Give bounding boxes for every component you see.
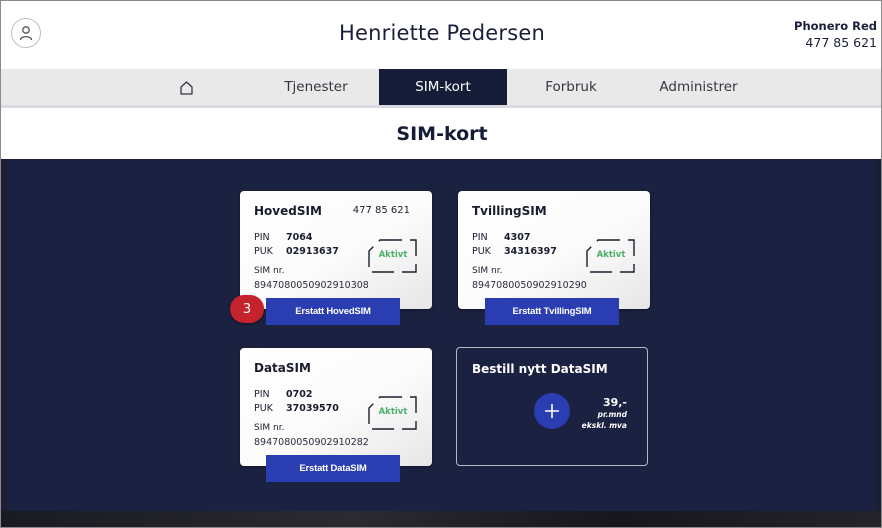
status-badge: Aktivt [378, 250, 408, 260]
sim-number-label: SIM nr. [254, 423, 285, 433]
main-nav: Tjenester SIM-kort Forbruk Administrer [1, 69, 881, 105]
app-frame: Henriette Pedersen Phonero Red 477 85 62… [0, 0, 882, 528]
replace-hovedsim-button[interactable]: Erstatt HovedSIM [266, 298, 400, 325]
sim-panel [8, 159, 875, 511]
status-badge: Aktivt [378, 407, 408, 417]
price-info: 39,- pr.mnd ekskl. mva [582, 396, 627, 430]
sim-chip-icon: Aktivt [368, 239, 418, 273]
puk-value: 34316397 [504, 246, 557, 257]
replace-datasim-button[interactable]: Erstatt DataSIM [266, 455, 400, 482]
puk-row: PUK 02913637 [254, 246, 339, 257]
tab-forbruk[interactable]: Forbruk [526, 69, 616, 105]
sim-card-msisdn: 477 85 621 [352, 205, 410, 216]
puk-value: 37039570 [286, 403, 339, 414]
provider-name: Phonero Red [794, 19, 877, 33]
account-phone-number: 477 85 621 [805, 35, 877, 50]
price-amount: 39,- [602, 396, 627, 409]
puk-label: PUK [472, 246, 491, 257]
pin-label: PIN [472, 232, 488, 243]
pin-row: PIN 0702 [254, 389, 312, 400]
puk-value: 02913637 [286, 246, 339, 257]
step-badge: 3 [230, 295, 264, 323]
account-info: Phonero Red 477 85 621 [794, 19, 877, 50]
order-card-title: Bestill nytt DataSIM [472, 362, 608, 376]
pin-value: 7064 [286, 232, 313, 243]
puk-row: PUK 34316397 [472, 246, 557, 257]
tab-administrer[interactable]: Administrer [646, 69, 751, 105]
pin-label: PIN [254, 389, 270, 400]
sim-card-title: TvillingSIM [472, 204, 547, 218]
sim-card-tvillingsim: TvillingSIM PIN 4307 PUK 34316397 SIM nr. … [458, 191, 650, 309]
header: Henriette Pedersen Phonero Red 477 85 62… [1, 1, 881, 69]
sim-number: 8947080050902910282 [254, 437, 369, 448]
pin-row: PIN 7064 [254, 232, 312, 243]
status-badge: Aktivt [596, 250, 626, 260]
sim-number-label: SIM nr. [254, 266, 285, 276]
pin-value: 0702 [286, 389, 313, 400]
sim-card-title: HovedSIM [254, 204, 322, 218]
page-title: Henriette Pedersen [339, 21, 545, 45]
sim-chip-icon: Aktivt [586, 239, 636, 273]
tab-sim-kort[interactable]: SIM-kort [379, 69, 507, 105]
sim-number: 8947080050902910290 [472, 280, 587, 291]
puk-label: PUK [254, 246, 273, 257]
main-area [1, 159, 881, 527]
background-image-strip [1, 511, 881, 527]
sim-card-hovedsim: HovedSIM 477 85 621 PIN 7064 PUK 02913637 … [240, 191, 432, 309]
price-unit: pr.mnd [597, 410, 627, 419]
section-title: SIM-kort [1, 108, 881, 159]
order-datasim-card[interactable]: Bestill nytt DataSIM 39,- pr.mnd ekskl. … [456, 347, 648, 466]
sim-card-title: DataSIM [254, 361, 311, 375]
pin-label: PIN [254, 232, 270, 243]
sim-chip-icon: Aktivt [368, 396, 418, 430]
price-tax-note: ekskl. mva [581, 421, 627, 430]
sim-card-datasim: DataSIM PIN 0702 PUK 37039570 SIM nr. 8947… [240, 348, 432, 466]
pin-row: PIN 4307 [472, 232, 530, 243]
pin-value: 4307 [504, 232, 531, 243]
puk-row: PUK 37039570 [254, 403, 339, 414]
home-icon[interactable] [166, 69, 206, 105]
tab-tjenester[interactable]: Tjenester [271, 69, 361, 105]
plus-icon[interactable] [534, 393, 570, 429]
sim-number: 8947080050902910308 [254, 280, 369, 291]
puk-label: PUK [254, 403, 273, 414]
replace-tvillingsim-button[interactable]: Erstatt TvillingSIM [485, 298, 619, 325]
sim-number-label: SIM nr. [472, 266, 503, 276]
